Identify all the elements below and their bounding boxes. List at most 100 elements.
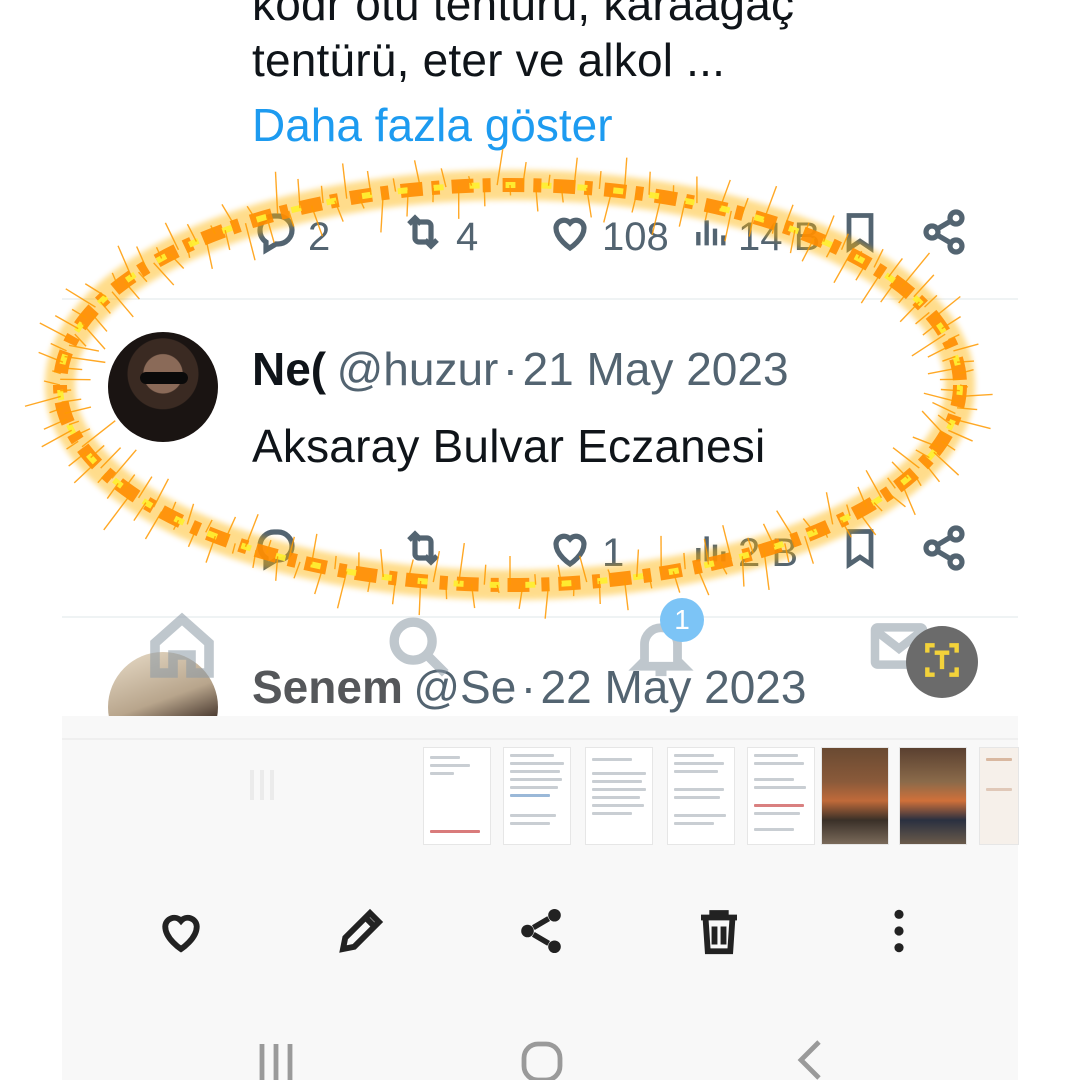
display-name[interactable]: Senem [252,661,403,713]
thumbnail-photo[interactable] [822,748,888,844]
annotation-spark [415,160,421,189]
reply-button[interactable] [252,524,300,582]
tweet-date[interactable]: 21 May 2023 [523,343,789,395]
annotation-spark [858,487,866,507]
thumbnail[interactable] [668,748,734,844]
display-name[interactable]: Ne( [252,343,326,395]
annotation-spark [826,246,832,258]
user-handle[interactable]: @huzur [337,343,499,395]
favorite-button[interactable] [154,904,208,963]
scroll-indicator [250,770,290,800]
delete-button[interactable] [692,902,746,965]
show-more-link[interactable]: Daha fazla göster [252,98,613,152]
dot-separator: · [503,343,518,395]
repost-button[interactable] [398,524,448,582]
annotation-spark [720,180,730,208]
share-button[interactable] [920,524,968,582]
reply-button[interactable]: 2 [252,208,330,266]
like-icon [546,524,594,582]
annotation-spark [536,185,538,211]
thumbnail[interactable] [424,748,490,844]
avatar[interactable] [108,332,218,442]
annotation-spark [912,334,945,356]
thumbnail-photo[interactable] [900,748,966,844]
share-icon [920,524,968,582]
thumbnail[interactable] [504,748,570,844]
text-scan-button[interactable] [906,626,978,698]
search-tab[interactable] [384,612,454,687]
like-icon [546,208,594,266]
tweet2-text: Aksaray Bulvar Eczanesi [252,416,765,476]
views-button[interactable]: 14 B [690,208,820,266]
like-button[interactable]: 1 [546,524,624,582]
notification-badge-count: 1 [674,604,690,636]
annotation-spark [574,158,577,187]
more-options-button[interactable] [890,906,908,961]
annotation-spark [315,567,323,594]
annotation-spark [82,323,105,349]
annotation-spark [902,483,915,515]
thumbnail[interactable] [586,748,652,844]
annotation-spark [469,176,472,186]
annotation-spark [69,452,87,466]
annotation-spark [953,344,978,351]
annotation-spark [381,549,383,577]
annotation-spark [154,263,174,285]
annotation-spark [75,429,90,436]
annotation-spark [101,448,121,468]
annotation-spark [826,492,832,524]
bookmark-button[interactable] [838,524,882,582]
home-tab[interactable] [146,610,218,687]
annotation-spark [44,419,67,429]
annotation-spark [959,370,973,374]
more-icon [890,943,908,960]
annotation-spark [803,519,814,533]
annotation-spark [888,478,896,488]
scroll-track [62,738,1018,740]
annotation-spark [922,411,945,436]
annotation-spark [335,556,336,569]
annotation-spark [393,178,395,191]
annotation-spark [892,462,908,478]
views-button[interactable]: 2 B [690,524,798,582]
annotation-spark [62,368,83,370]
annotation-spark [125,475,135,489]
home-system-button[interactable] [520,1040,564,1085]
tweet1-text-line2: tentürü, eter ve alkol ... [252,30,725,90]
like-button[interactable]: 108 [546,208,669,266]
edit-icon [334,945,388,962]
share-button[interactable] [920,208,968,266]
annotation-spark [446,583,447,599]
annotation-spark [419,581,420,615]
annotation-spark [925,463,940,482]
annotation-spark [942,317,961,329]
annotation-spark [85,284,106,297]
repost-button[interactable]: 4 [398,208,478,266]
annotation-spark [98,473,106,482]
annotation-spark [893,448,919,468]
annotation-spark [69,421,79,424]
annotation-spark [112,292,133,317]
annotation-spark [916,312,930,323]
bookmark-icon [838,524,882,582]
share-button[interactable] [514,904,568,963]
recent-apps-button[interactable] [254,1040,298,1085]
annotation-spark [549,175,550,186]
reply-icon [252,208,300,266]
annotation-spark [101,302,111,313]
annotation-spark [561,186,563,202]
home-system-icon [520,1067,564,1084]
thumbnail[interactable] [980,748,1018,844]
annotation-spark [225,230,230,250]
thumbnail[interactable] [748,748,814,844]
annotation-spark [942,441,955,450]
annotation-spark [948,335,959,340]
annotation-spark [637,549,639,576]
tweet1-text-line1: kodr otu tentürü, karaağaç [252,0,794,34]
search-icon [384,669,454,686]
bookmark-button[interactable] [838,208,882,266]
annotation-spark [959,394,992,396]
annotation-spark [72,309,86,317]
annotation-spark [441,168,446,187]
edit-button[interactable] [334,904,388,963]
